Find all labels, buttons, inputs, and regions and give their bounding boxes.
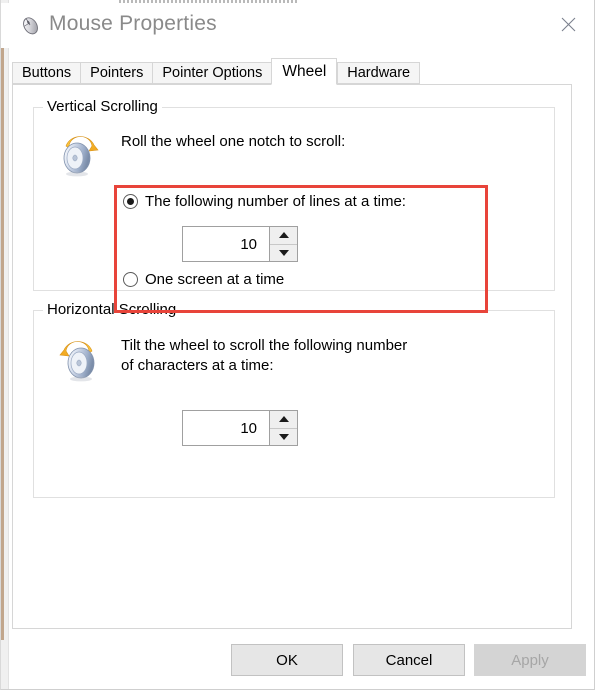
dialog-button-bar: OK Cancel Apply (1, 640, 594, 689)
radio-lines-indicator[interactable] (123, 194, 138, 209)
caret-up-icon[interactable] (270, 227, 297, 245)
mouse-icon (17, 12, 43, 38)
vertical-scrolling-group: Vertical Scrolling Roll the wheel one no… (33, 98, 555, 313)
caret-down-glyph (278, 249, 289, 256)
cancel-button[interactable]: Cancel (353, 644, 465, 676)
radio-screen-label: One screen at a time (145, 271, 285, 288)
close-icon[interactable] (546, 8, 590, 40)
mouse-properties-dialog: Mouse Properties Buttons Pointers Pointe… (0, 0, 595, 690)
horizontal-scrolling-prompt: Tilt the wheel to scroll the following n… (121, 337, 408, 374)
ok-button[interactable]: OK (231, 644, 343, 676)
caret-up-glyph (278, 416, 289, 423)
caret-up-glyph (278, 232, 289, 239)
background-accent-strip (1, 40, 4, 640)
tab-buttons[interactable]: Buttons (12, 62, 81, 84)
window-title: Mouse Properties (49, 12, 217, 35)
wheel-tab-panel: Vertical Scrolling Roll the wheel one no… (12, 84, 572, 629)
lines-per-notch-spinner[interactable]: 10 (182, 226, 298, 262)
vertical-wheel-icon (56, 128, 102, 178)
tab-pointers[interactable]: Pointers (80, 62, 153, 84)
characters-per-tilt-spinner[interactable]: 10 (182, 410, 298, 446)
caret-down-icon[interactable] (270, 428, 297, 445)
caret-down-glyph (278, 433, 289, 440)
lines-spinner-buttons (269, 227, 297, 261)
horizontal-wheel-icon (56, 333, 102, 383)
vertical-scrolling-group-title: Vertical Scrolling (43, 98, 162, 115)
horizontal-scrolling-group-title: Horizontal Scrolling (43, 301, 181, 318)
apply-button: Apply (474, 644, 586, 676)
characters-per-tilt-value[interactable]: 10 (183, 411, 269, 445)
radio-lines-label: The following number of lines at a time: (145, 193, 406, 210)
radio-one-screen-at-a-time[interactable]: One screen at a time (123, 271, 284, 288)
caret-down-icon[interactable] (270, 244, 297, 261)
caret-up-icon[interactable] (270, 411, 297, 429)
tab-hardware[interactable]: Hardware (337, 62, 421, 84)
tab-wheel[interactable]: Wheel (271, 58, 338, 85)
title-bar: Mouse Properties (1, 3, 594, 48)
vertical-scrolling-prompt: Roll the wheel one notch to scroll: (121, 133, 346, 150)
radio-lines-at-a-time[interactable]: The following number of lines at a time: (123, 193, 406, 210)
horizontal-scrolling-group: Horizontal Scrolling Tilt the wheel to s… (33, 301, 555, 498)
radio-screen-indicator[interactable] (123, 272, 138, 287)
lines-per-notch-value[interactable]: 10 (183, 227, 269, 261)
characters-spinner-buttons (269, 411, 297, 445)
tab-strip: Buttons Pointers Pointer Options Wheel H… (12, 58, 421, 85)
tab-pointer-options[interactable]: Pointer Options (152, 62, 272, 84)
